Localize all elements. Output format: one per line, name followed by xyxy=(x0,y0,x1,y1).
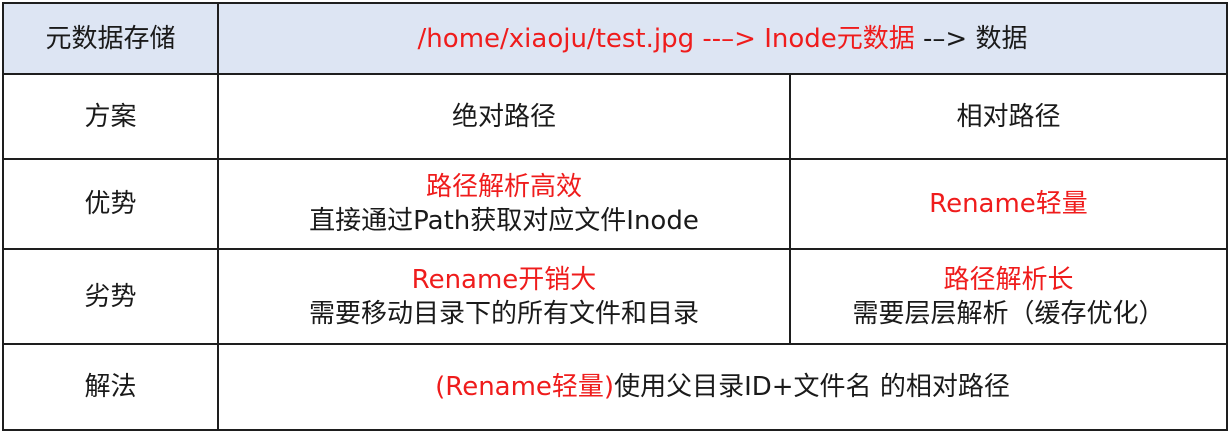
scheme-row: 方案 绝对路径 相对路径 xyxy=(2,73,1228,160)
disadvantage-label-cell: 劣势 xyxy=(2,248,219,345)
disadvantage-label: 劣势 xyxy=(84,281,137,312)
solution-row: 解法 (Rename轻量)使用父目录ID+文件名 的相对路径 xyxy=(2,343,1228,431)
advantage-absolute-desc: 直接通过Path获取对应文件Inode xyxy=(309,206,699,236)
disadvantage-row: 劣势 Rename开销大 需要移动目录下的所有文件和目录 路径解析长 需要层层解… xyxy=(2,248,1228,345)
disadvantage-absolute-title: Rename开销大 xyxy=(411,264,597,295)
advantage-label-cell: 优势 xyxy=(2,158,219,250)
advantage-absolute-cell: 路径解析高效 直接通过Path获取对应文件Inode xyxy=(217,158,791,250)
header-label: 元数据存储 xyxy=(45,23,176,54)
comparison-table-container: 元数据存储 /home/xiaoju/test.jpg --–> Inode元数… xyxy=(0,0,1228,432)
solution-red: (Rename轻量) xyxy=(435,372,615,402)
header-label-cell: 元数据存储 xyxy=(2,2,219,75)
metadata-storage-table: 元数据存储 /home/xiaoju/test.jpg --–> Inode元数… xyxy=(2,2,1228,431)
scheme-label: 方案 xyxy=(84,101,137,132)
disadvantage-relative-title: 路径解析长 xyxy=(943,264,1074,295)
scheme-absolute: 绝对路径 xyxy=(451,101,556,132)
advantage-relative-cell: Rename轻量 xyxy=(789,158,1228,250)
header-row: 元数据存储 /home/xiaoju/test.jpg --–> Inode元数… xyxy=(2,2,1228,75)
advantage-label: 优势 xyxy=(84,189,137,219)
advantage-relative-title: Rename轻量 xyxy=(929,189,1088,219)
solution-rest: 使用父目录ID+文件名 的相对路径 xyxy=(614,372,1010,402)
header-path-red: /home/xiaoju/test.jpg --–> Inode元数据 xyxy=(417,23,915,54)
disadvantage-absolute-cell: Rename开销大 需要移动目录下的所有文件和目录 xyxy=(217,248,791,345)
advantage-absolute-title: 路径解析高效 xyxy=(425,172,582,202)
header-path-rest: -–> 数据 xyxy=(914,23,1028,54)
solution-label-cell: 解法 xyxy=(2,343,219,431)
scheme-relative-cell: 相对路径 xyxy=(789,73,1228,160)
scheme-absolute-cell: 绝对路径 xyxy=(217,73,791,160)
scheme-label-cell: 方案 xyxy=(2,73,219,160)
solution-label: 解法 xyxy=(84,372,137,402)
disadvantage-absolute-desc: 需要移动目录下的所有文件和目录 xyxy=(308,298,699,329)
disadvantage-relative-desc: 需要层层解析（缓存优化） xyxy=(852,298,1165,329)
disadvantage-relative-cell: 路径解析长 需要层层解析（缓存优化） xyxy=(789,248,1228,345)
scheme-relative: 相对路径 xyxy=(956,101,1061,132)
solution-text-cell: (Rename轻量)使用父目录ID+文件名 的相对路径 xyxy=(217,343,1228,431)
header-path-cell: /home/xiaoju/test.jpg --–> Inode元数据 -–> … xyxy=(217,2,1228,75)
advantage-row: 优势 路径解析高效 直接通过Path获取对应文件Inode Rename轻量 xyxy=(2,158,1228,250)
